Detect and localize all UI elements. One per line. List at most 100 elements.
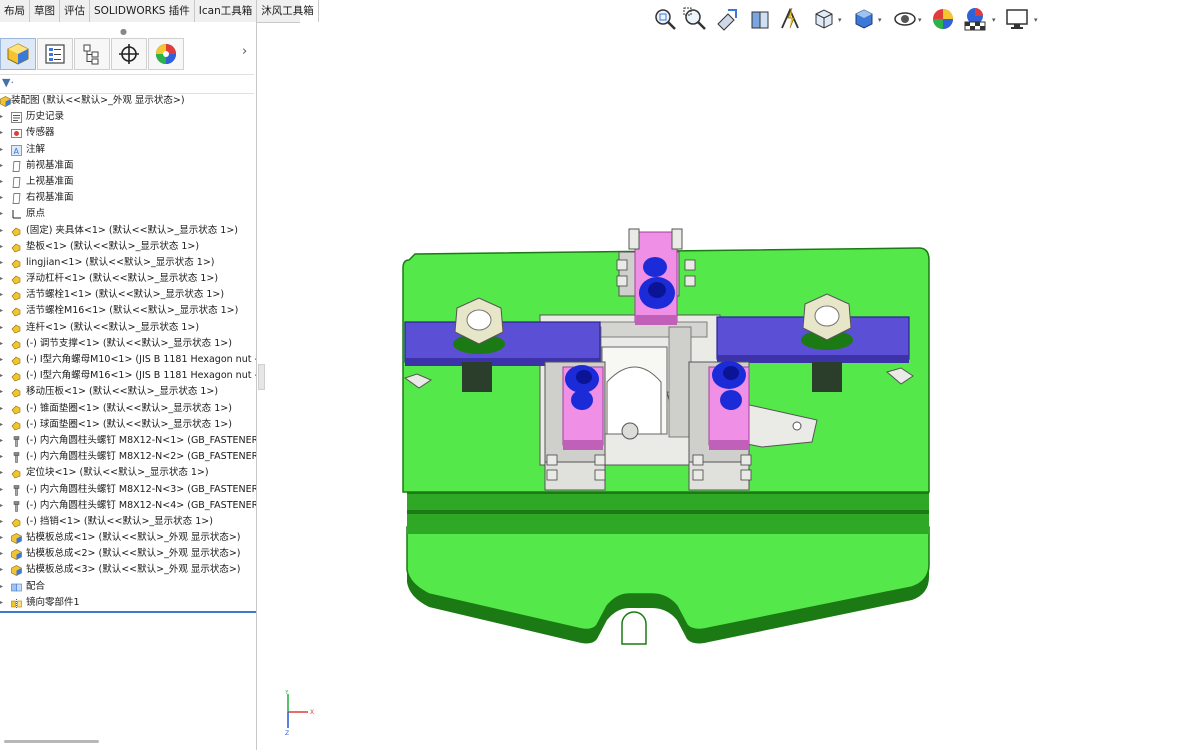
tree-item-label: (-) 锥面垫圈<1> (默认<<默认>_显示状态 1>) — [26, 402, 232, 414]
tree-item[interactable]: ▸ 活节螺栓1<1> (默认<<默认>_显示状态 1>) — [0, 287, 256, 303]
tab-ican-toolbox[interactable]: Ican工具箱 — [195, 0, 258, 22]
part-icon — [11, 306, 22, 317]
tree-item[interactable]: ▸ A 注解 — [0, 142, 256, 158]
tree-item-label: 原点 — [26, 208, 46, 220]
tree-item[interactable]: ▸ 原点 — [0, 206, 256, 222]
tree-item[interactable]: ▸ 上视基准面 — [0, 174, 256, 190]
tree-item[interactable]: ▸ 镜向零部件1 — [0, 595, 256, 611]
plane-icon — [11, 177, 22, 188]
expand-caret-icon[interactable]: ▸ — [0, 190, 7, 206]
part-icon — [11, 274, 22, 285]
expand-caret-icon[interactable]: ▸ — [0, 579, 7, 595]
assembly-model[interactable] — [257, 22, 1200, 750]
expand-caret-icon[interactable]: ▸ — [0, 530, 7, 546]
expand-caret-icon[interactable]: ▸ — [0, 174, 7, 190]
expand-caret-icon[interactable]: ▸ — [0, 433, 7, 449]
tree-item[interactable]: ▸ 钻模板总成<2> (默认<<默认>_外观 显示状态>) — [0, 546, 256, 562]
expand-caret-icon[interactable]: ▸ — [0, 142, 7, 158]
graphics-viewport[interactable] — [257, 22, 1200, 750]
expand-caret-icon[interactable]: ▸ — [0, 287, 7, 303]
tree-item-label: 上视基准面 — [26, 175, 74, 187]
tree-item[interactable]: ▸ (-) 内六角圆柱头螺钉 M8X12-N<4> (GB_FASTENER_ — [0, 498, 256, 514]
expand-caret-icon[interactable]: ▸ — [0, 223, 7, 239]
part-icon — [11, 468, 22, 479]
tab-solidworks-addins[interactable]: SOLIDWORKS 插件 — [90, 0, 195, 22]
expand-caret-icon[interactable]: ▸ — [0, 320, 7, 336]
tree-item[interactable]: ▸ (-) 挡销<1> (默认<<默认>_显示状态 1>) — [0, 514, 256, 530]
expand-caret-icon[interactable]: ▸ — [0, 595, 7, 611]
tree-item[interactable]: ▸ (-) I型六角螺母M10<1> (JIS B 1181 Hexagon nu… — [0, 352, 256, 368]
tree-item[interactable]: ▸ (-) 锥面垫圈<1> (默认<<默认>_显示状态 1>) — [0, 401, 256, 417]
tree-item[interactable]: ▸ (-) 调节支撑<1> (默认<<默认>_显示状态 1>) — [0, 336, 256, 352]
panel-grip-icon[interactable]: ● — [120, 27, 127, 36]
tab-evaluate[interactable]: 评估 — [60, 0, 90, 22]
tree-item[interactable]: ▸ 配合 — [0, 579, 256, 595]
right-hex-nut[interactable] — [801, 293, 853, 350]
tab-mufeng-toolbox[interactable]: 沐风工具箱 — [257, 0, 319, 22]
expand-caret-icon[interactable]: ▸ — [0, 482, 7, 498]
expand-caret-icon[interactable]: ▸ — [0, 303, 7, 319]
history-icon — [11, 112, 22, 124]
tree-item[interactable]: ▸ 连杆<1> (默认<<默认>_显示状态 1>) — [0, 320, 256, 336]
part-icon — [11, 387, 22, 398]
tree-item[interactable]: ▸ (-) 内六角圆柱头螺钉 M8X12-N<1> (GB_FASTENER_ — [0, 433, 256, 449]
tree-item-label: (-) 挡销<1> (默认<<默认>_显示状态 1>) — [26, 515, 213, 527]
expand-caret-icon[interactable]: ▸ — [0, 514, 7, 530]
tree-item[interactable]: ▸ (-) I型六角螺母M16<1> (JIS B 1181 Hexagon nu… — [0, 368, 256, 384]
expand-caret-icon[interactable]: ▸ — [0, 417, 7, 433]
expand-caret-icon[interactable]: ▸ — [0, 271, 7, 287]
tree-item[interactable]: ▸ 活节螺栓M16<1> (默认<<默认>_显示状态 1>) — [0, 303, 256, 319]
tree-item[interactable]: ▸ 右视基准面 — [0, 190, 256, 206]
panel-horizontal-scrollbar[interactable] — [4, 740, 99, 743]
tree-item[interactable]: ▸ 传感器 — [0, 125, 256, 141]
expand-caret-icon[interactable]: ▸ — [0, 255, 7, 271]
display-manager-icon — [156, 44, 176, 64]
tree-filter-bar[interactable]: ▼· — [0, 74, 254, 94]
expand-caret-icon[interactable]: ▸ — [0, 336, 7, 352]
tree-item-label: (-) 内六角圆柱头螺钉 M8X12-N<4> (GB_FASTENER_ — [26, 499, 257, 511]
configuration-manager-tab[interactable] — [74, 38, 110, 70]
expand-caret-icon[interactable]: ▸ — [0, 239, 7, 255]
tree-item[interactable]: ▸ 钻模板总成<1> (默认<<默认>_外观 显示状态>) — [0, 530, 256, 546]
tree-item[interactable]: ▸ 历史记录 — [0, 109, 256, 125]
tree-item[interactable]: ▸ 移动压板<1> (默认<<默认>_显示状态 1>) — [0, 384, 256, 400]
assembly-icon — [0, 96, 11, 107]
tree-item[interactable]: ▸ 定位块<1> (默认<<默认>_显示状态 1>) — [0, 465, 256, 481]
feature-manager-icon — [7, 43, 29, 65]
filter-icon[interactable]: ▼· — [2, 76, 14, 89]
tree-item[interactable]: ▸ (固定) 夹具体<1> (默认<<默认>_显示状态 1>) — [0, 223, 256, 239]
expand-caret-icon[interactable]: ▸ — [0, 401, 7, 417]
expand-caret-icon[interactable]: ▸ — [0, 109, 7, 125]
expand-caret-icon[interactable]: ▸ — [0, 125, 7, 141]
tree-item-label: 配合 — [26, 580, 46, 592]
dimxpert-manager-tab[interactable] — [111, 38, 147, 70]
property-manager-tab[interactable] — [37, 38, 73, 70]
tab-sketch[interactable]: 草图 — [30, 0, 60, 22]
expand-caret-icon[interactable]: ▸ — [0, 498, 7, 514]
display-manager-tab[interactable] — [148, 38, 184, 70]
expand-caret-icon[interactable]: ▸ — [0, 562, 7, 578]
panel-expand-chevron-icon[interactable]: › — [242, 44, 247, 59]
tree-item[interactable]: ▸ lingjian<1> (默认<<默认>_显示状态 1>) — [0, 255, 256, 271]
tree-item[interactable]: 装配图 (默认<<默认>_外观 显示状态>) — [0, 93, 256, 109]
expand-caret-icon[interactable]: ▸ — [0, 384, 7, 400]
tree-item[interactable]: ▸ 前视基准面 — [0, 158, 256, 174]
tree-item-label: (-) 内六角圆柱头螺钉 M8X12-N<1> (GB_FASTENER_ — [26, 434, 257, 446]
expand-caret-icon[interactable]: ▸ — [0, 449, 7, 465]
expand-caret-icon[interactable]: ▸ — [0, 206, 7, 222]
expand-caret-icon[interactable]: ▸ — [0, 368, 7, 384]
feature-manager-tab[interactable] — [0, 38, 36, 70]
tree-item[interactable]: ▸ 钻模板总成<3> (默认<<默认>_外观 显示状态>) — [0, 562, 256, 578]
expand-caret-icon[interactable]: ▸ — [0, 465, 7, 481]
rollback-bar[interactable] — [0, 611, 256, 613]
expand-caret-icon[interactable]: ▸ — [0, 352, 7, 368]
tree-item[interactable]: ▸ (-) 内六角圆柱头螺钉 M8X12-N<3> (GB_FASTENER_ — [0, 482, 256, 498]
tree-item[interactable]: ▸ 垫板<1> (默认<<默认>_显示状态 1>) — [0, 239, 256, 255]
expand-caret-icon[interactable]: ▸ — [0, 158, 7, 174]
tree-item[interactable]: ▸ 浮动杠杆<1> (默认<<默认>_显示状态 1>) — [0, 271, 256, 287]
tree-item[interactable]: ▸ (-) 球面垫圈<1> (默认<<默认>_显示状态 1>) — [0, 417, 256, 433]
expand-caret-icon[interactable]: ▸ — [0, 546, 7, 562]
tab-layout[interactable]: 布局 — [0, 0, 30, 22]
tree-item[interactable]: ▸ (-) 内六角圆柱头螺钉 M8X12-N<2> (GB_FASTENER_ — [0, 449, 256, 465]
left-hex-nut[interactable] — [453, 297, 505, 354]
